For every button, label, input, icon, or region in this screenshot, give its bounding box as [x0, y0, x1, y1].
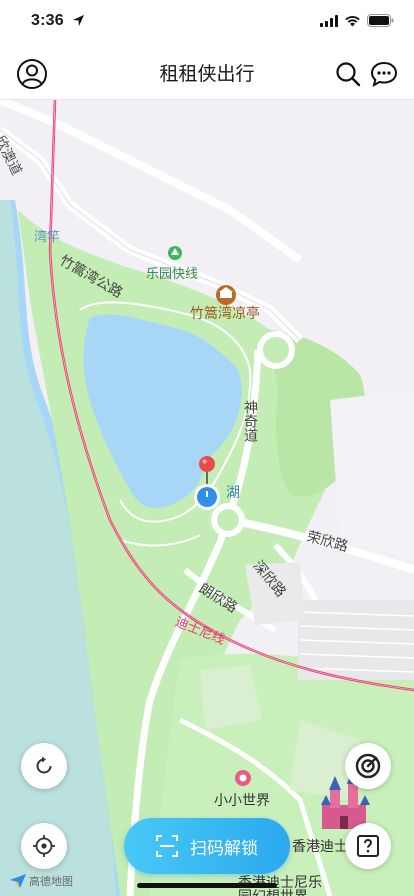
place-label-pavilion: 竹篙湾凉亭 — [190, 306, 260, 322]
navigation-bar: 租租侠出行 — [0, 44, 414, 100]
wifi-icon — [345, 15, 360, 26]
refresh-button[interactable] — [21, 743, 67, 789]
search-button[interactable] — [330, 56, 366, 92]
messages-button[interactable] — [366, 56, 402, 92]
search-icon — [336, 62, 361, 87]
locate-me-button[interactable] — [21, 823, 67, 869]
status-bar: 3:36 — [0, 0, 414, 44]
station-label-leyuan: 乐园快线 — [146, 267, 199, 282]
help-button[interactable] — [345, 823, 391, 869]
roundabout-north — [257, 331, 295, 369]
amap-logo-icon — [10, 874, 26, 888]
scan-radar-button[interactable] — [345, 743, 391, 789]
scan-icon — [156, 835, 178, 857]
place-label-bay: 湾竿 — [34, 230, 61, 245]
crosshair-icon — [33, 835, 55, 857]
status-time: 3:36 — [31, 12, 64, 29]
home-indicator — [137, 883, 277, 888]
map-provider-label: 高德地图 — [29, 875, 73, 888]
question-mark-icon — [357, 835, 379, 857]
location-arrow-icon — [72, 14, 85, 27]
cellular-signal-icon — [320, 14, 338, 27]
chat-bubble-icon — [370, 61, 398, 87]
battery-icon — [367, 14, 394, 27]
road-label-shenqi: 神奇道 — [242, 400, 258, 442]
radar-icon — [355, 753, 381, 779]
place-label-small-world: 小小世界 — [214, 793, 270, 809]
current-location-icon — [194, 484, 220, 510]
map-view[interactable]: 欣澳道 湾竿 竹篙湾公路 乐园快线 竹篙湾凉亭 神奇道 湖 荣欣路 深欣路 朗欣… — [0, 100, 414, 896]
scan-unlock-label: 扫码解锁 — [190, 838, 258, 859]
scan-unlock-button[interactable]: 扫码解锁 — [124, 818, 290, 874]
refresh-icon — [36, 756, 52, 774]
map-provider-logo: 高德地图 — [10, 873, 73, 889]
place-label-lake: 湖 — [226, 485, 240, 501]
